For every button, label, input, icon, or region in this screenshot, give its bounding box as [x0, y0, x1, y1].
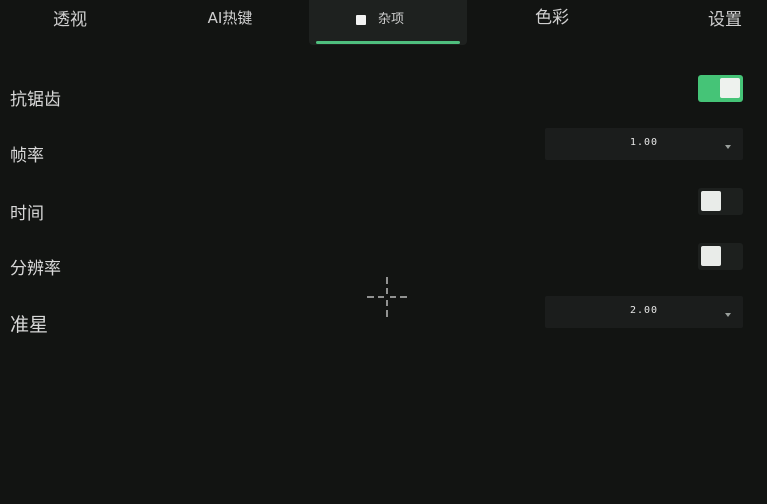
tab-esp[interactable]: 透视	[20, 0, 120, 40]
antialias-toggle[interactable]	[698, 75, 743, 102]
tab-colors-label: 色彩	[535, 8, 569, 28]
framerate-value: 1.00	[629, 137, 659, 148]
tab-ai-hotkey-label: AI热键	[207, 9, 253, 27]
active-tab-indicator	[316, 41, 460, 44]
tab-colors[interactable]: 色彩	[502, 0, 602, 40]
framerate-label: 帧率	[10, 146, 44, 166]
tab-settings[interactable]: 设置	[675, 0, 767, 40]
tab-ai-hotkey[interactable]: AI热键	[180, 0, 280, 40]
resolution-toggle[interactable]	[698, 243, 743, 270]
framerate-dropdown[interactable]: 1.00	[545, 128, 743, 160]
toggle-knob	[701, 191, 721, 211]
chevron-down-icon	[725, 313, 731, 317]
tab-settings-label: 设置	[708, 10, 742, 30]
time-toggle[interactable]	[698, 188, 743, 215]
crosshair-icon	[367, 277, 407, 317]
time-label: 时间	[10, 204, 44, 224]
tab-misc[interactable]: 杂项	[309, 0, 467, 45]
crosshair-label: 准星	[10, 314, 49, 336]
tab-misc-label: 杂项	[377, 12, 404, 27]
toggle-knob	[720, 78, 740, 98]
crosshair-dropdown[interactable]: 2.00	[545, 296, 743, 328]
crosshair-value: 2.00	[629, 305, 659, 316]
checkbox-icon	[355, 15, 366, 25]
antialias-label: 抗锯齿	[10, 90, 61, 110]
tab-bar: 透视 AI热键 杂项 色彩 设置	[0, 0, 767, 46]
chevron-down-icon	[725, 145, 731, 149]
resolution-label: 分辨率	[10, 259, 61, 279]
toggle-knob	[701, 246, 721, 266]
tab-esp-label: 透视	[53, 10, 87, 30]
